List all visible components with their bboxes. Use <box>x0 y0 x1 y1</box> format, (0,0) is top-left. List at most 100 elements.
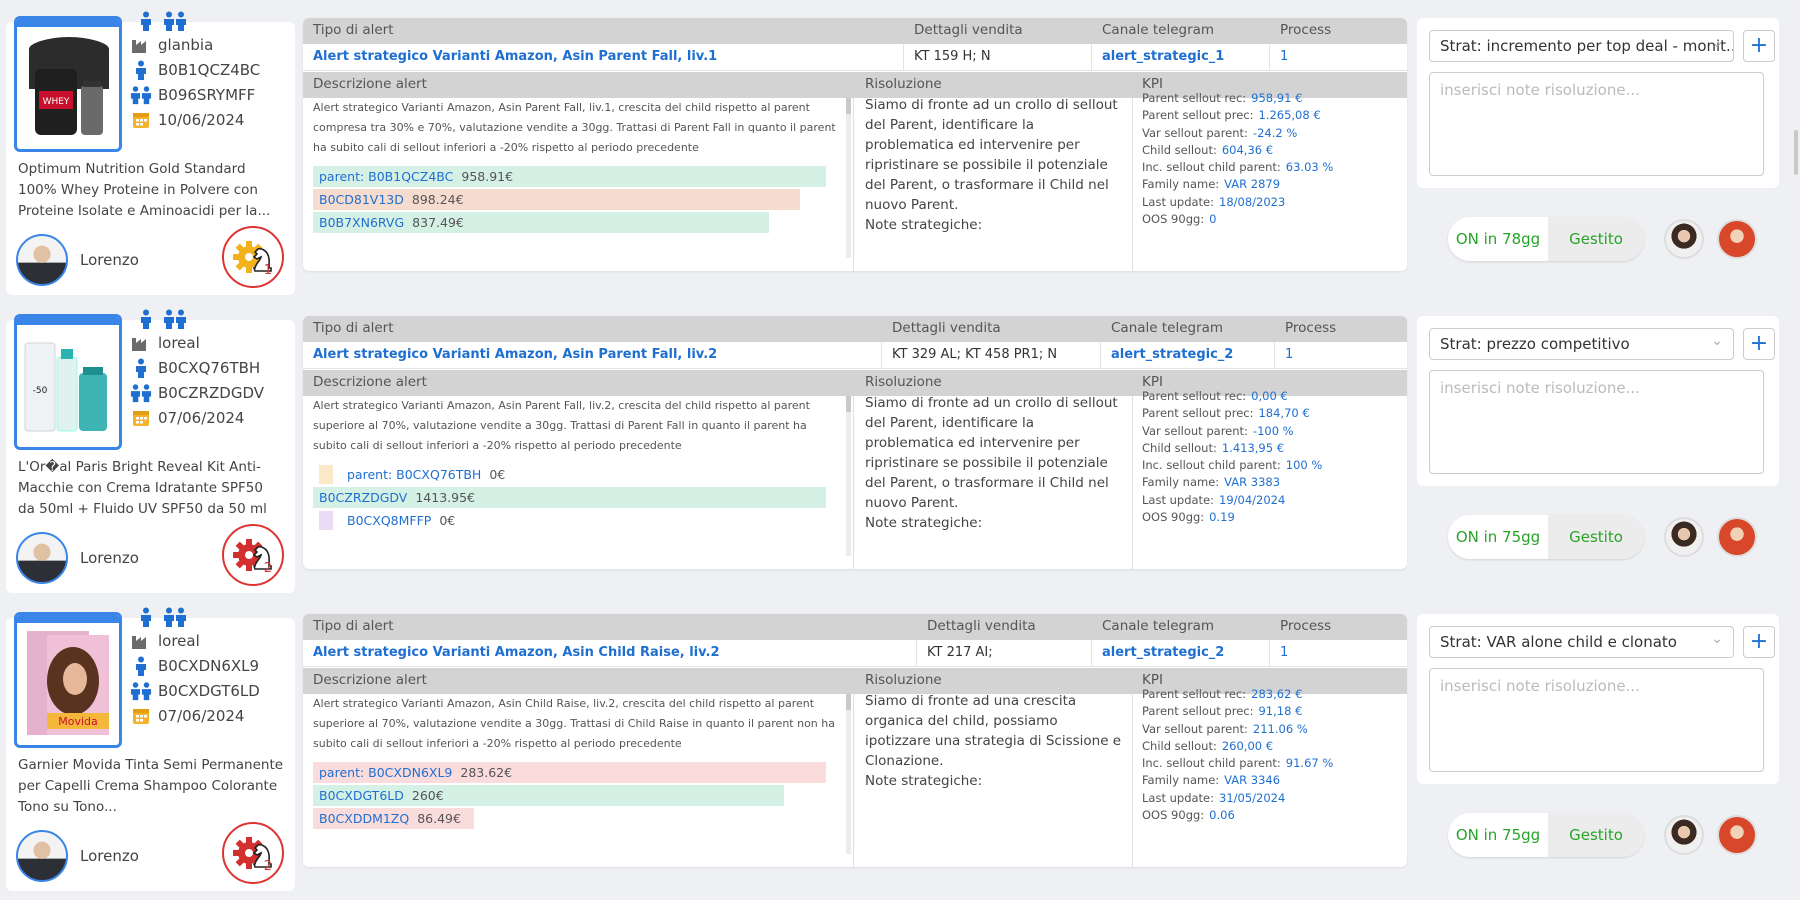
strategy-badge[interactable]: 2 <box>222 822 284 884</box>
variant-asin[interactable]: B0CXQ8MFFP <box>347 513 431 528</box>
variant-asin[interactable]: B0B7XN6RVG <box>319 215 404 230</box>
variant-asin[interactable]: B0CD81V13D <box>319 192 404 207</box>
status-managed-option[interactable]: Gestito <box>1548 217 1644 261</box>
variant-sales-bar[interactable]: B0CXDDM1ZQ 86.49€ <box>313 808 474 829</box>
owner-avatar[interactable] <box>16 830 68 882</box>
assignee-avatar[interactable] <box>1664 219 1704 259</box>
owner-avatar[interactable] <box>16 532 68 584</box>
add-strategy-button[interactable]: + <box>1743 626 1775 658</box>
kpi-item: Var sellout parent: -24.2 % <box>1142 125 1404 142</box>
product-image[interactable]: WHEY <box>14 16 122 152</box>
column-divider <box>1100 342 1101 369</box>
strategy-badge[interactable]: 1 <box>222 226 284 288</box>
product-meta: loreal B0CXQ76TBH B0CZRZDGDV 07/06/2024 <box>130 330 295 430</box>
status-managed-option[interactable]: Gestito <box>1548 813 1644 857</box>
variant-sales-value: 1413.95€ <box>415 490 475 505</box>
assignee-avatar[interactable] <box>1664 517 1704 557</box>
variant-sales-value: 0€ <box>489 467 506 482</box>
alert-table: Tipo di alert Dettagli vendita Canale tele… <box>303 614 1407 867</box>
status-on-option[interactable]: ON in 75gg <box>1448 813 1548 857</box>
variant-sales-bar[interactable]: parent: B0CXQ76TBH 0€ <box>313 464 831 485</box>
product-description[interactable]: Optimum Nutrition Gold Standard 100% Whe… <box>18 159 284 223</box>
telegram-channel[interactable]: alert_strategic_1 <box>1102 49 1224 64</box>
description-scrollbar[interactable] <box>846 98 851 258</box>
strategy-select[interactable]: Strat: prezzo competitivo ⌄ <box>1429 328 1734 360</box>
alert-description: Alert strategico Varianti Amazon, Asin P… <box>313 101 836 154</box>
alert-header: Tipo di alert Dettagli vendita Canale tele… <box>303 614 1407 640</box>
variant-sales-bar[interactable]: B0CD81V13D 898.24€ <box>313 189 800 210</box>
add-strategy-button[interactable]: + <box>1743 30 1775 62</box>
assignee-avatar[interactable] <box>1664 815 1704 855</box>
svg-text:WHEY: WHEY <box>43 97 70 107</box>
alert-type[interactable]: Alert strategico Varianti Amazon, Asin P… <box>313 347 717 362</box>
description-scrollbar[interactable] <box>846 396 851 556</box>
status-on-option[interactable]: ON in 75gg <box>1448 515 1548 559</box>
alert-header: Tipo di alert Dettagli vendita Canale tele… <box>303 18 1407 44</box>
process-value[interactable]: 1 <box>1280 49 1288 64</box>
kpi-item: Var sellout parent: 211.06 % <box>1142 721 1404 738</box>
variant-asin[interactable]: B0CXDDM1ZQ <box>319 811 409 826</box>
column-divider <box>1269 640 1270 667</box>
variant-sales-bar[interactable]: B0CXDGT6LD 260€ <box>313 785 785 806</box>
alert-type[interactable]: Alert strategico Varianti Amazon, Asin P… <box>313 49 717 64</box>
variant-sales-value: 86.49€ <box>417 811 461 826</box>
asin-parent: B0CZRZDGDV <box>158 383 265 402</box>
kpi-value: 260,00 € <box>1221 738 1274 753</box>
process-value[interactable]: 1 <box>1285 347 1293 362</box>
telegram-channel[interactable]: alert_strategic_2 <box>1102 645 1224 660</box>
kpi-value: 1.265,08 € <box>1258 108 1321 123</box>
kpi-label: Inc. sellout child parent: <box>1142 458 1281 473</box>
owner-avatar[interactable] <box>16 234 68 286</box>
variant-asin[interactable]: B0CZRZDGDV <box>319 490 407 505</box>
telegram-channel[interactable]: alert_strategic_2 <box>1111 347 1233 362</box>
status-managed-option[interactable]: Gestito <box>1548 515 1644 559</box>
resolution-notes-input[interactable]: inserisci note risoluzione... <box>1429 370 1764 474</box>
page-scrollbar[interactable] <box>1794 130 1798 175</box>
kpi-list: Parent sellout rec: 283,62 € Parent sellou… <box>1142 686 1404 824</box>
variant-sales-bar[interactable]: parent: B0B1QCZ4BC 958.91€ <box>313 166 826 187</box>
add-strategy-button[interactable]: + <box>1743 328 1775 360</box>
kpi-label: Inc. sellout child parent: <box>1142 756 1281 771</box>
product-image[interactable]: -50 <box>14 314 122 450</box>
status-toggle[interactable]: ON in 75gg Gestito <box>1448 813 1644 857</box>
variant-asin[interactable]: parent: B0CXQ76TBH <box>347 467 481 482</box>
status-toggle[interactable]: ON in 78gg Gestito <box>1448 217 1644 261</box>
assignee-avatar[interactable] <box>1717 219 1757 259</box>
product-description[interactable]: L'Or�al Paris Bright Reveal Kit Anti-Mac… <box>18 457 284 521</box>
column-divider <box>1091 640 1092 667</box>
strategy-select[interactable]: Strat: incremento per top deal - monit..… <box>1429 30 1734 62</box>
kpi-item: Parent sellout prec: 1.265,08 € <box>1142 107 1404 124</box>
variant-asin[interactable]: B0CXDGT6LD <box>319 788 404 803</box>
kpi-value: -24.2 % <box>1252 125 1298 140</box>
kpi-item: Parent sellout rec: 0,00 € <box>1142 388 1404 405</box>
assignee-avatar[interactable] <box>1717 815 1757 855</box>
resolution-notes-input[interactable]: inserisci note risoluzione... <box>1429 72 1764 176</box>
variant-sales-bar[interactable]: B0B7XN6RVG 837.49€ <box>313 212 769 233</box>
kpi-item: Family name: VAR 3346 <box>1142 772 1404 789</box>
strategy-badge[interactable]: 2 <box>222 524 284 586</box>
resolution: Siamo di fronte ad un crollo di sellout … <box>865 393 1127 533</box>
variant-asin[interactable]: parent: B0CXDN6XL9 <box>319 765 452 780</box>
product-image[interactable]: Movida <box>14 612 122 748</box>
status-on-option[interactable]: ON in 78gg <box>1448 217 1548 261</box>
variant-sales-bar[interactable]: B0CZRZDGDV 1413.95€ <box>313 487 826 508</box>
process-value[interactable]: 1 <box>1280 645 1288 660</box>
product-description[interactable]: Garnier Movida Tinta Semi Permanente per… <box>18 755 284 819</box>
resolution-notes-input[interactable]: inserisci note risoluzione... <box>1429 668 1764 772</box>
status-toggle[interactable]: ON in 75gg Gestito <box>1448 515 1644 559</box>
description-scrollbar[interactable] <box>846 694 851 854</box>
kpi-item: OOS 90gg: 0.06 <box>1142 807 1404 824</box>
variant-asin[interactable]: parent: B0B1QCZ4BC <box>319 169 453 184</box>
kpi-label: Family name: <box>1142 475 1220 490</box>
strategy-select[interactable]: Strat: VAR alone child e clonato ⌄ <box>1429 626 1734 658</box>
variant-sales-bar[interactable]: parent: B0CXDN6XL9 283.62€ <box>313 762 826 783</box>
kpi-value: VAR 3383 <box>1224 475 1281 490</box>
header-description: Descrizione alert <box>313 672 427 688</box>
factory-icon <box>130 36 152 54</box>
alert-type[interactable]: Alert strategico Varianti Amazon, Asin C… <box>313 645 720 660</box>
column-divider <box>916 640 917 667</box>
brand-name: loreal <box>158 333 200 352</box>
variant-sales-bar[interactable]: B0CXQ8MFFP 0€ <box>313 510 831 531</box>
assignee-avatar[interactable] <box>1717 517 1757 557</box>
kpi-value: 0.19 <box>1209 510 1235 525</box>
